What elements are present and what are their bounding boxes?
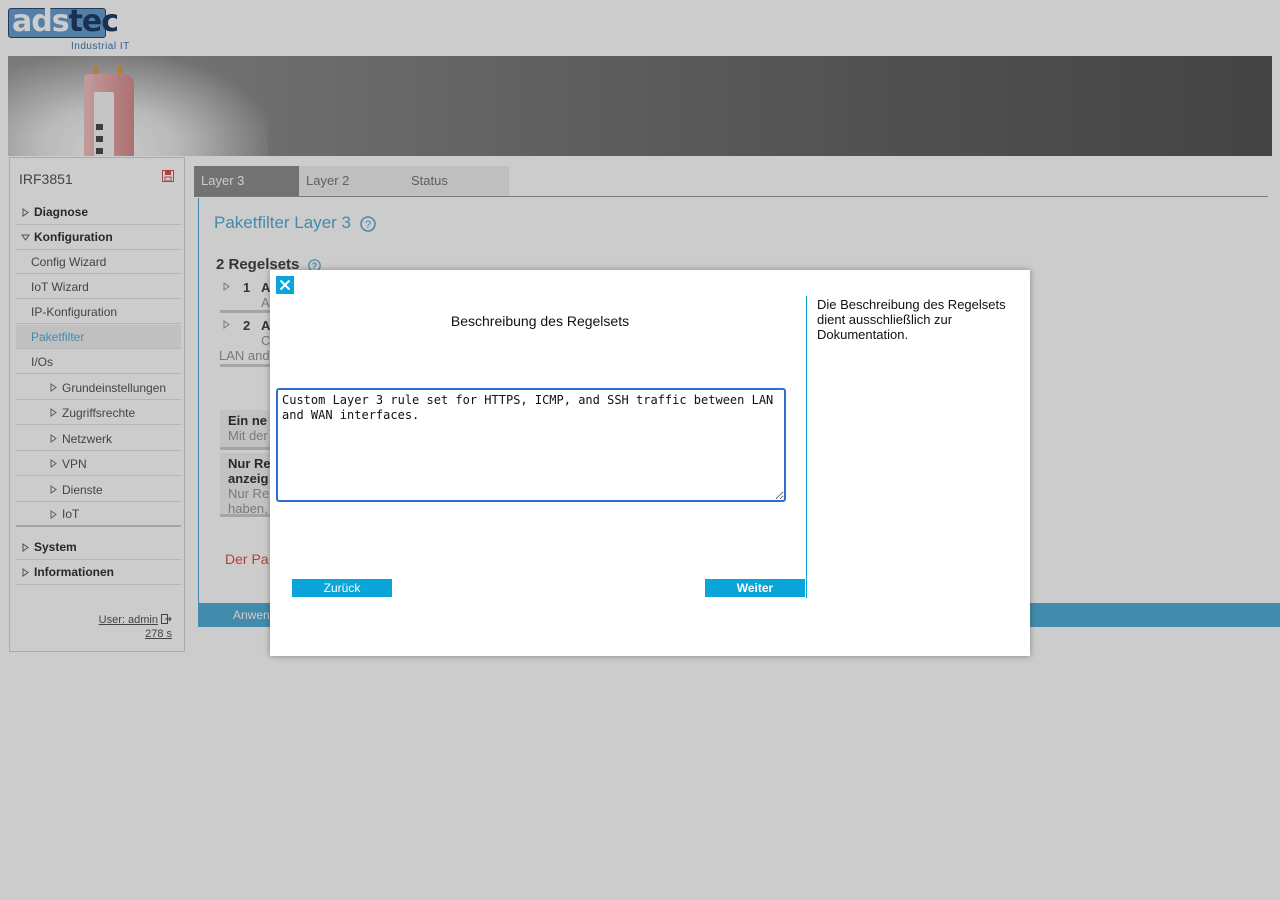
next-button[interactable]: Weiter xyxy=(705,579,805,597)
dialog-help-text: Die Beschreibung des Regelsets dient aus… xyxy=(817,297,1006,342)
dialog-title: Beschreibung des Regelsets xyxy=(450,313,630,329)
close-icon xyxy=(279,279,291,291)
description-dialog: Beschreibung des Regelsets Custom Layer … xyxy=(270,270,1030,656)
close-button[interactable] xyxy=(276,276,294,294)
back-button[interactable]: Zurück xyxy=(292,579,392,597)
dialog-divider xyxy=(806,296,807,598)
description-input[interactable]: Custom Layer 3 rule set for HTTPS, ICMP,… xyxy=(276,388,786,502)
